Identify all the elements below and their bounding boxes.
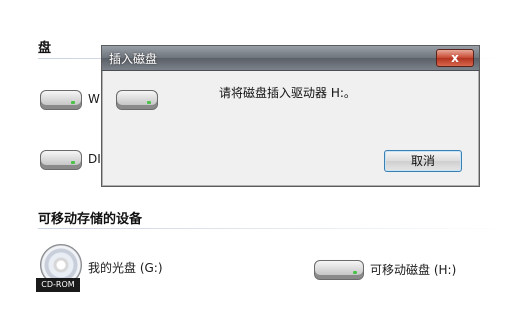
drive-item-label: DI [88,152,101,166]
removable-disk-icon [114,86,158,112]
section-title-hard-disks: 盘 [38,41,52,56]
close-icon: x [451,51,459,65]
dialog-titlebar[interactable]: 插入磁盘 x [102,46,479,71]
drive-item-label: 我的光盘 (G:) [88,260,163,275]
drive-item-label: 可移动磁盘 (H:) [370,262,457,277]
dialog-message: 请将磁盘插入驱动器 H:。 [219,86,356,100]
hard-drive-icon [38,86,82,112]
hard-drive-icon [38,146,82,172]
cd-drive-icon: CD-ROM [36,244,82,296]
cd-badge: CD-ROM [36,278,80,292]
drive-item-removable[interactable]: 可移动磁盘 (H:) [312,256,456,282]
removable-disk-icon [312,256,364,282]
dialog-title: 插入磁盘 [109,52,158,66]
section-divider [38,228,513,229]
cancel-button[interactable]: 取消 [384,150,462,172]
drive-item-d[interactable]: DI [38,146,101,172]
drive-item-cd[interactable]: CD-ROM 我的光盘 (G:) [36,244,163,296]
drive-item-w[interactable]: W [38,86,100,112]
section-title-removable: 可移动存储的设备 [38,212,143,227]
drive-item-label: W [88,92,100,106]
close-button[interactable]: x [436,49,474,67]
insert-disk-dialog: 插入磁盘 x 请将磁盘插入驱动器 H:。 取消 [101,45,480,187]
